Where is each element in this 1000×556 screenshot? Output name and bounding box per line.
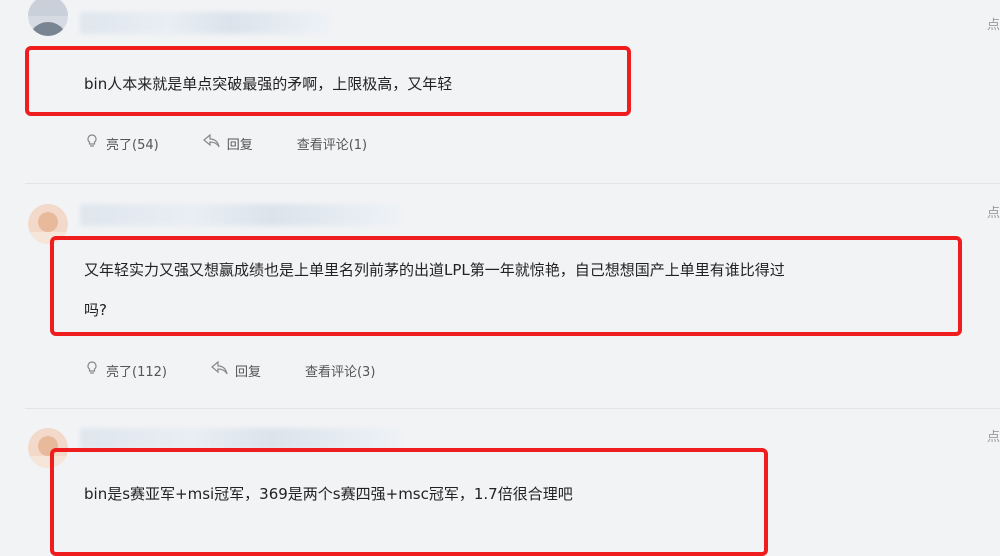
comment-text: 又年轻实力又强又想赢成绩也是上单里名列前茅的出道LPL第一年就惊艳，自己想想国产… — [84, 261, 785, 279]
comment-1: 点 bin人本来就是单点突破最强的矛啊，上限极高，又年轻 亮了(54) 回复 查… — [0, 0, 1000, 183]
username-blurred — [80, 12, 330, 34]
avatar[interactable] — [28, 204, 68, 244]
username-blurred — [80, 204, 400, 226]
comment-actions: 亮了(112) 回复 查看评论(3) — [84, 360, 419, 380]
view-replies-label: 查看评论(3) — [304, 364, 376, 380]
view-replies-label: 查看评论(1) — [296, 137, 368, 153]
reply-label: 回复 — [226, 137, 253, 153]
reply-button[interactable]: 回复 — [202, 133, 253, 153]
like-label: 亮了(54) — [106, 137, 159, 153]
like-button[interactable]: 亮了(112) — [84, 360, 167, 380]
divider — [25, 408, 1000, 409]
username-blurred — [80, 428, 400, 450]
reply-label: 回复 — [234, 364, 261, 380]
highlight-box — [50, 236, 962, 336]
reply-icon — [202, 133, 227, 152]
reply-icon — [211, 360, 235, 379]
reply-button[interactable]: 回复 — [211, 360, 261, 380]
comment-2: 点 又年轻实力又强又想赢成绩也是上单里名列前茅的出道LPL第一年就惊艳，自己想想… — [0, 184, 1000, 409]
view-replies-link[interactable]: 查看评论(3) — [305, 361, 375, 380]
comment-3: 点 bin是s赛亚军+msi冠军，369是两个s赛四强+msc冠军，1.7倍很合… — [0, 410, 1000, 556]
like-label: 亮了(112) — [106, 364, 167, 380]
like-icon — [84, 360, 106, 380]
action-hint[interactable]: 点 — [987, 202, 1000, 221]
action-hint[interactable]: 点 — [987, 426, 1000, 445]
comment-text: bin人本来就是单点突破最强的矛啊，上限极高，又年轻 — [84, 75, 453, 93]
comment-actions: 亮了(54) 回复 查看评论(1) — [84, 133, 411, 153]
comment-text: bin是s赛亚军+msi冠军，369是两个s赛四强+msc冠军，1.7倍很合理吧 — [84, 485, 573, 503]
action-hint[interactable]: 点 — [987, 14, 1000, 33]
comment-text-line2: 吗? — [84, 301, 107, 319]
like-icon — [84, 133, 106, 153]
like-button[interactable]: 亮了(54) — [84, 133, 159, 153]
avatar[interactable] — [28, 0, 68, 36]
avatar[interactable] — [28, 428, 68, 468]
view-replies-link[interactable]: 查看评论(1) — [297, 134, 367, 153]
